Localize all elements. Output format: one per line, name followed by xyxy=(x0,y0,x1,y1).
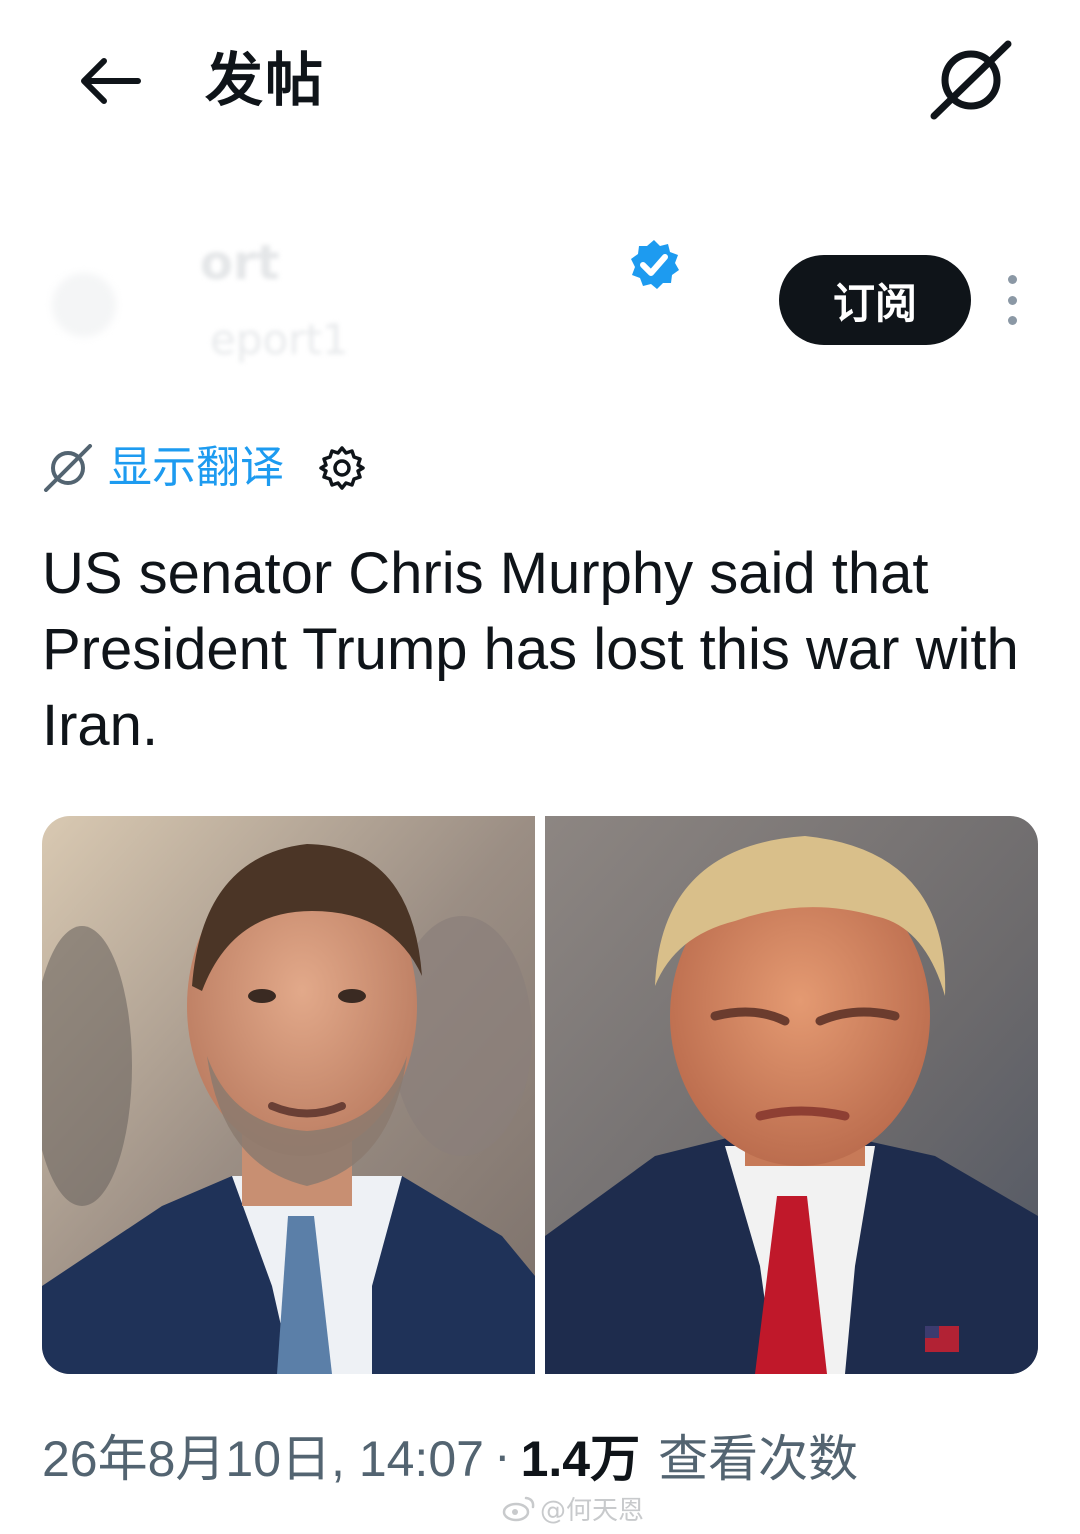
more-dot-icon xyxy=(1007,295,1017,305)
watermark-text: @何天恩 xyxy=(540,1495,645,1526)
top-bar: 发帖 xyxy=(0,0,1080,165)
view-count-label: 查看次数 xyxy=(658,1431,859,1487)
meta-separator: · xyxy=(493,1427,511,1483)
avatar[interactable] xyxy=(52,273,116,337)
author-row: ort eport1 订阅 xyxy=(0,215,1080,380)
translate-row: 显示翻译 xyxy=(40,438,370,498)
subscribe-button[interactable]: 订阅 xyxy=(779,255,971,345)
post-meta: 26年8月10日, 14:07 · 1.4万 查看次数 xyxy=(42,1420,858,1490)
post-text: US senator Chris Murphy said that Presid… xyxy=(42,541,1019,758)
more-dot-icon xyxy=(1007,275,1017,284)
gear-icon[interactable] xyxy=(314,440,370,496)
more-dot-icon xyxy=(1007,316,1017,325)
grok-button[interactable] xyxy=(925,38,1017,122)
more-options-button[interactable] xyxy=(994,275,1030,325)
verified-badge-icon xyxy=(631,240,679,289)
arrow-left-icon xyxy=(81,58,141,104)
grok-translate-icon xyxy=(40,440,96,496)
grok-icon xyxy=(930,40,1012,120)
post-datetime: 26年8月10日, 14:07 xyxy=(42,1431,484,1487)
author-handle: eport1 xyxy=(210,315,349,364)
weibo-logo-icon xyxy=(502,1496,535,1522)
media-grid xyxy=(42,816,1038,1374)
photo-chris-murphy[interactable] xyxy=(42,816,535,1374)
author-name[interactable]: ort xyxy=(200,233,280,293)
watermark: @何天恩 xyxy=(502,1488,644,1528)
photo-donald-trump[interactable] xyxy=(545,816,1038,1374)
back-button[interactable] xyxy=(70,46,150,116)
show-translation-link[interactable]: 显示翻译 xyxy=(108,440,284,496)
view-count[interactable]: 1.4万 xyxy=(521,1419,641,1491)
page-title: 发帖 xyxy=(205,46,326,114)
